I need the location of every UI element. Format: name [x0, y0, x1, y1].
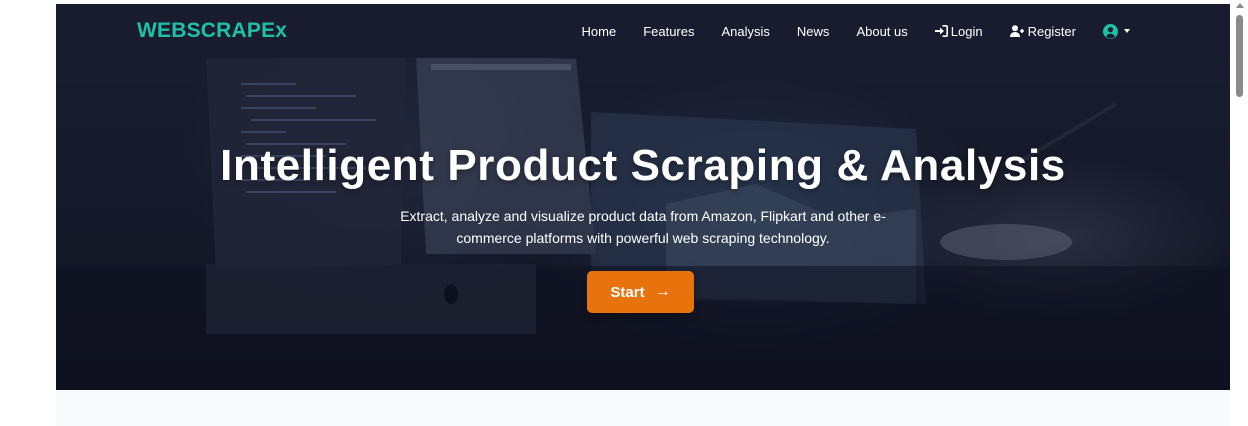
register-label: Register — [1027, 23, 1076, 39]
scrollbar-thumb[interactable] — [1236, 15, 1243, 97]
start-button-label: Start — [610, 283, 645, 301]
hero-subtitle-line-1: Extract, analyze and visualize product d… — [400, 208, 886, 224]
user-plus-icon — [1009, 25, 1024, 37]
login-label: Login — [950, 23, 983, 39]
page-scrollbar[interactable] — [1232, 0, 1248, 426]
hero-subtitle: Extract, analyze and visualize product d… — [371, 205, 915, 249]
nav-link-news[interactable]: News — [797, 24, 830, 39]
sign-in-icon — [934, 25, 948, 37]
login-link[interactable]: Login — [934, 23, 983, 39]
arrow-right-icon: → — [654, 283, 671, 300]
page-frame: WEBSCRAPEx Home Features Analysis News A… — [56, 4, 1230, 426]
brand-logo[interactable]: WEBSCRAPEx — [137, 19, 287, 43]
hero-subtitle-line-2: commerce platforms with powerful web scr… — [456, 230, 830, 246]
scroll-up-icon[interactable] — [1236, 3, 1244, 8]
nav-link-home[interactable]: Home — [582, 24, 617, 39]
top-navbar: WEBSCRAPEx Home Features Analysis News A… — [56, 4, 1230, 58]
nav-link-features[interactable]: Features — [643, 24, 694, 39]
user-circle-icon — [1103, 23, 1118, 39]
register-link[interactable]: Register — [1009, 23, 1076, 39]
hero-section: WEBSCRAPEx Home Features Analysis News A… — [56, 4, 1230, 390]
chevron-down-icon — [1124, 29, 1130, 33]
nav-link-about-us[interactable]: About us — [856, 24, 907, 39]
hero-overlay — [56, 4, 1230, 390]
nav-link-analysis[interactable]: Analysis — [722, 24, 770, 39]
hero-title: Intelligent Product Scraping & Analysis — [220, 141, 1066, 190]
nav-links: Home Features Analysis News About us Log… — [555, 4, 1130, 58]
start-button[interactable]: Start → — [587, 271, 694, 313]
user-menu-dropdown[interactable] — [1103, 23, 1130, 39]
